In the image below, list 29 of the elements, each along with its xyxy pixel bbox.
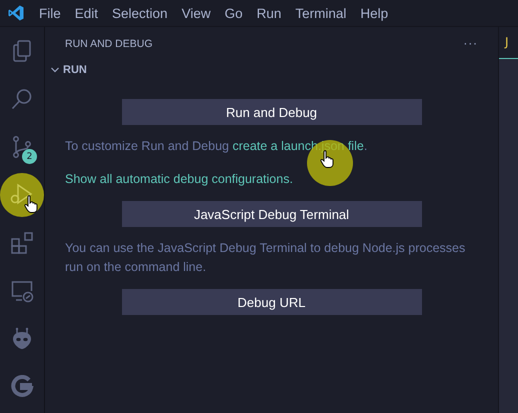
menu-item[interactable]: Go [224,6,243,20]
panel-title: RUN AND DEBUG [65,38,153,50]
alien-icon [10,327,34,351]
section-header[interactable]: RUN [45,61,498,79]
remote-monitor-icon [10,279,34,303]
app-logo-icon[interactable] [7,4,25,22]
menu-item[interactable]: File [39,6,61,20]
action-button[interactable]: JavaScript Debug Terminal [122,201,422,227]
activity-item[interactable]: 2 [0,123,44,171]
debug-configurations-link[interactable]: Show all automatic debug configurations. [65,170,478,189]
menu-item[interactable]: Terminal [295,6,346,20]
description-text: You can use the JavaScript Debug Terminal to debug Node.js processes run on the command line. [65,240,466,276]
action-button[interactable]: Debug URL [122,289,422,315]
menu-item[interactable]: Run [256,6,282,20]
g-logo-icon [10,375,34,399]
action-button[interactable]: Run and Debug [122,99,422,125]
badge: 2 [22,149,37,164]
chevron-icon [50,65,60,75]
source-control-icon [10,135,34,159]
pointer-hand-icon [24,195,38,213]
more-actions-button[interactable]: ··· [464,37,478,51]
search-icon [10,87,34,111]
extensions-icon [10,231,34,255]
run-debug-icon [10,183,34,207]
menu-item[interactable]: Selection [112,6,168,20]
menu-item[interactable]: View [182,6,211,20]
menu-item[interactable]: Edit [74,6,98,20]
editor-tab[interactable]: J [499,27,518,59]
menu-item[interactable]: Help [360,6,388,20]
